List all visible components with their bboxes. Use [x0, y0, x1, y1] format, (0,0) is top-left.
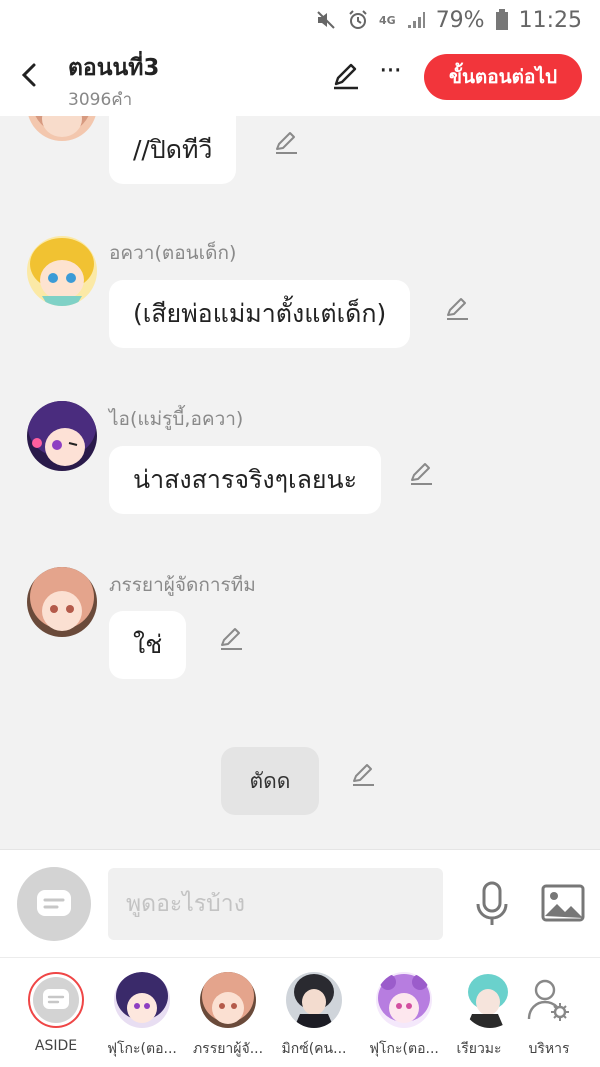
message-input[interactable] — [108, 868, 443, 940]
message-icon — [37, 890, 71, 916]
character-label: ฟุโกะ(ตอ... — [107, 1041, 177, 1057]
pencil-icon — [334, 63, 358, 90]
clock: 11:25 — [518, 7, 582, 33]
word-count: 3096คำ — [68, 90, 133, 110]
character-item[interactable]: เรียวมะ — [438, 972, 518, 1060]
signal-icon — [406, 10, 426, 30]
character-selector: ASIDE ฟุโกะ(ตอ... ภรรยาผู้จั... มิกซ์(คน… — [0, 957, 600, 1067]
edit-message-button[interactable] — [349, 760, 377, 788]
character-label: มิกซ์(คน... — [281, 1041, 347, 1057]
image-button[interactable] — [541, 884, 585, 922]
character-item[interactable]: ฟุโกะ(ตอ... — [102, 972, 182, 1060]
alarm-icon — [347, 9, 369, 31]
avatar[interactable] — [27, 236, 97, 306]
editor-header: ตอนนที่3 3096คำ ··· ขั้นตอนต่อไป — [0, 40, 600, 116]
message-bubble[interactable]: น่าสงสารจริงๆเลยนะ — [109, 446, 382, 514]
pencil-icon — [276, 132, 297, 154]
character-item[interactable]: ฟุโกะ(ตอ... — [364, 972, 444, 1060]
character-item[interactable]: ภรรยาผู้จั... — [188, 972, 268, 1060]
composer-bar — [0, 849, 600, 957]
chat-area: //ปิดทีวี อควา(ตอนเด็ก) (เสียพ่อแม่มาตั้… — [0, 116, 600, 849]
avatar — [286, 972, 342, 1028]
microphone-button[interactable] — [472, 880, 512, 928]
edit-title-button[interactable] — [330, 60, 362, 92]
character-label: ฟุโกะ(ตอ... — [369, 1041, 439, 1057]
status-bar: 4G 79% 11:25 — [0, 0, 600, 40]
speaker-name: อควา(ตอนเด็ก) — [109, 242, 237, 264]
page-title: ตอนนที่3 — [68, 55, 160, 81]
speaker-name: ไอ(แม่รูบี้,อควา) — [109, 408, 244, 430]
avatar — [114, 972, 170, 1028]
character-item[interactable]: มิกซ์(คน... — [274, 972, 354, 1060]
chevron-left-icon — [21, 63, 36, 87]
manage-characters-button[interactable]: บริหาร — [509, 972, 589, 1060]
message-bubble[interactable]: (เสียพ่อแม่มาตั้งแต่เด็ก) — [109, 280, 411, 348]
network-type: 4G — [379, 13, 396, 27]
aside-toggle-button[interactable] — [17, 867, 91, 941]
battery-percent: 79% — [435, 7, 485, 33]
pencil-icon — [447, 298, 468, 320]
edit-message-button[interactable] — [443, 294, 471, 322]
pencil-icon — [221, 628, 242, 650]
avatar[interactable] — [27, 116, 97, 141]
character-aside[interactable]: ASIDE — [16, 972, 96, 1054]
user-settings-icon — [521, 972, 577, 1028]
edit-message-button[interactable] — [272, 128, 300, 156]
next-step-button[interactable]: ขั้นตอนต่อไป — [424, 54, 582, 100]
back-button[interactable] — [14, 60, 44, 90]
character-label: ASIDE — [34, 1038, 78, 1054]
message-bubble[interactable]: //ปิดทีวี — [109, 116, 237, 184]
pencil-icon — [353, 764, 374, 786]
avatar — [376, 972, 432, 1028]
pencil-icon — [411, 463, 432, 485]
message-bubble[interactable]: ใช่ — [109, 611, 187, 679]
more-options-button[interactable]: ··· — [375, 58, 405, 88]
edit-message-button[interactable] — [407, 459, 435, 487]
message-icon — [43, 989, 69, 1009]
speaker-name: ภรรยาผู้จัดการทีม — [109, 574, 256, 596]
avatar[interactable] — [27, 567, 97, 637]
microphone-icon — [476, 881, 508, 925]
avatar — [200, 972, 256, 1028]
image-icon — [541, 884, 585, 922]
battery-icon — [495, 9, 509, 31]
edit-message-button[interactable] — [217, 624, 245, 652]
narration-bubble[interactable]: ตัดด — [221, 747, 319, 815]
character-label: เรียวมะ — [456, 1041, 502, 1057]
mute-icon — [315, 9, 337, 31]
aside-avatar — [28, 972, 84, 1028]
character-label: บริหาร — [528, 1041, 570, 1057]
avatar[interactable] — [27, 401, 97, 471]
character-label: ภรรยาผู้จั... — [192, 1041, 264, 1057]
